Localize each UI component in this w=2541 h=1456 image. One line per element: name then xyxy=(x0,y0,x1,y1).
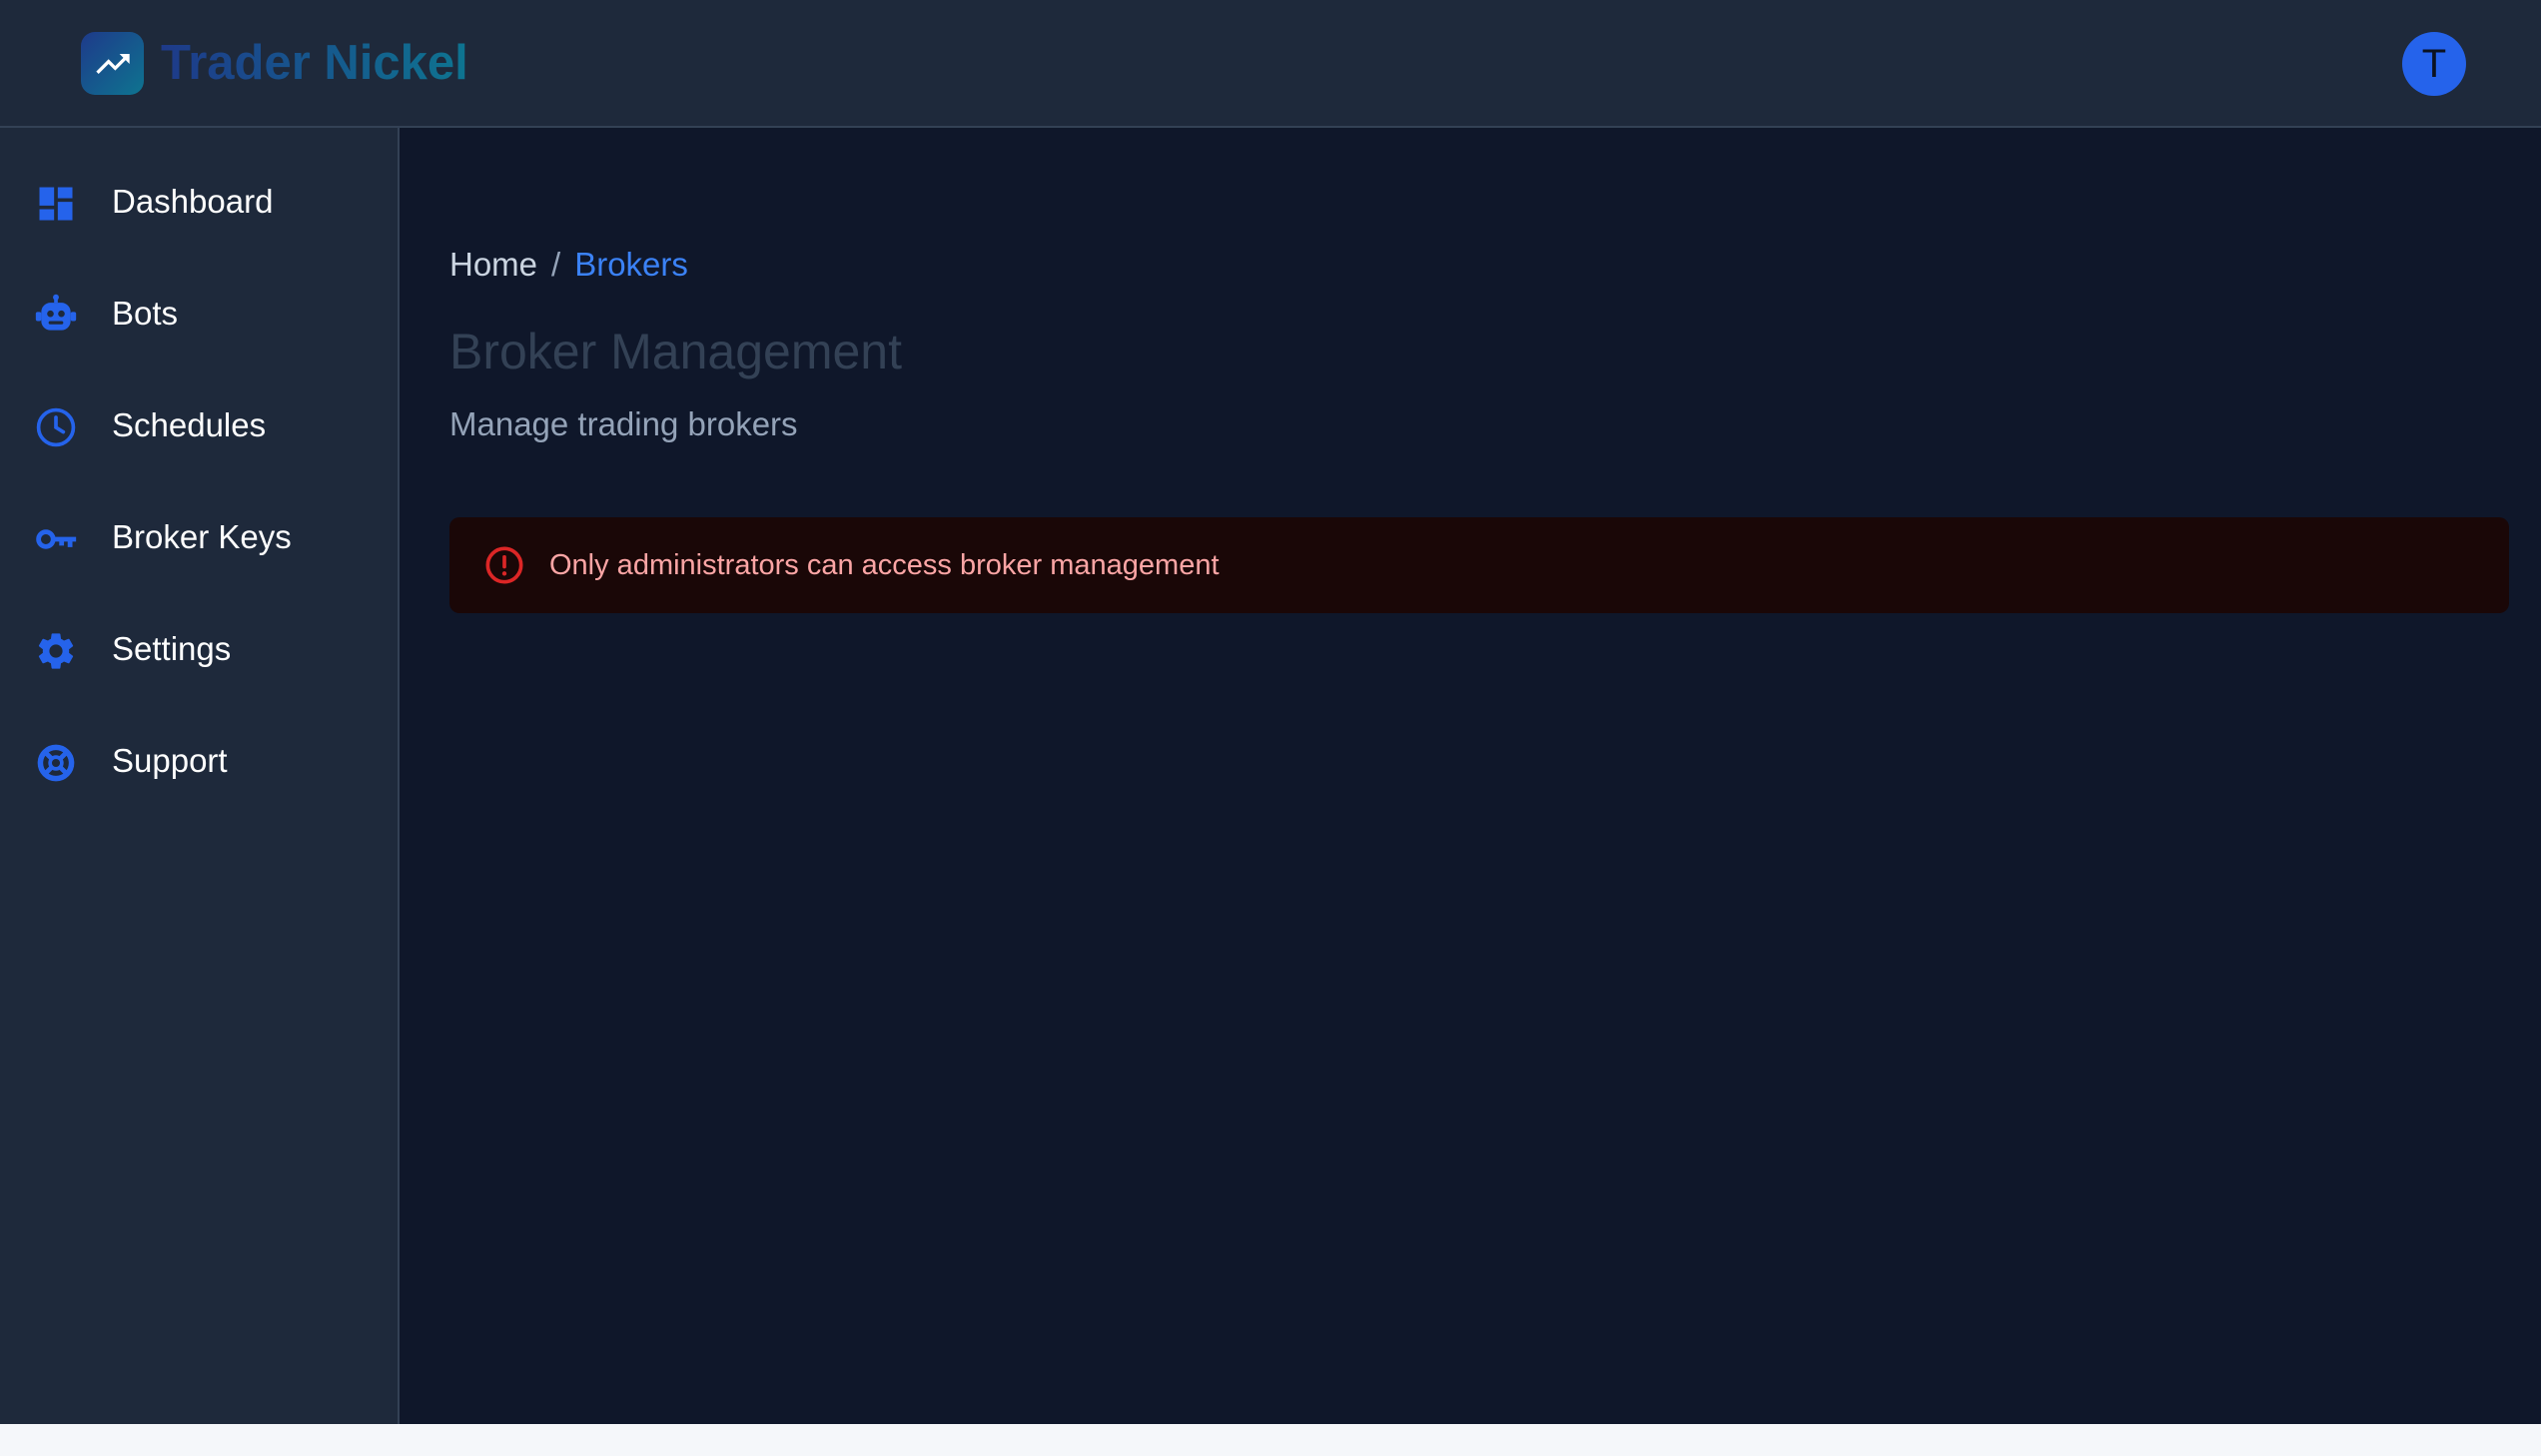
sidebar-item-label: Broker Keys xyxy=(112,518,292,555)
sidebar-item-label: Settings xyxy=(112,630,232,667)
sidebar-item-label: Support xyxy=(112,742,228,779)
alert-circle-icon xyxy=(485,546,523,584)
sidebar-item-label: Schedules xyxy=(112,406,267,443)
dashboard-icon xyxy=(39,187,73,221)
sidebar-item-settings[interactable]: Settings xyxy=(0,609,398,689)
robot-icon xyxy=(35,294,77,331)
sidebar-item-broker-keys[interactable]: Broker Keys xyxy=(0,497,398,577)
sidebar: Dashboard Bots Schedules Broker Keys Set… xyxy=(0,128,400,1424)
page-title: Broker Management xyxy=(449,324,903,379)
sidebar-item-label: Dashboard xyxy=(112,183,274,220)
breadcrumb-current[interactable]: Brokers xyxy=(574,246,688,283)
logo[interactable] xyxy=(81,32,144,95)
user-avatar[interactable]: T xyxy=(2402,32,2466,96)
breadcrumb: Home / Brokers xyxy=(449,243,688,287)
breadcrumb-home-link[interactable]: Home xyxy=(449,246,537,283)
page-subtitle: Manage trading brokers xyxy=(449,405,798,442)
error-alert: Only administrators can access broker ma… xyxy=(449,517,2509,613)
clock-icon xyxy=(36,407,76,447)
sidebar-item-support[interactable]: Support xyxy=(0,721,398,801)
top-header: Trader Nickel T xyxy=(0,0,2541,128)
alert-message: Only administrators can access broker ma… xyxy=(549,549,1220,581)
sidebar-item-label: Bots xyxy=(112,295,179,332)
gear-icon xyxy=(38,633,74,669)
trending-up-icon xyxy=(95,53,130,74)
sidebar-item-dashboard[interactable]: Dashboard xyxy=(0,162,398,242)
sidebar-item-schedules[interactable]: Schedules xyxy=(0,385,398,465)
app-root: Trader Nickel T Dashboard Bots Schedules… xyxy=(0,0,2541,1424)
breadcrumb-separator: / xyxy=(551,246,561,283)
sidebar-item-bots[interactable]: Bots xyxy=(0,274,398,354)
lifebuoy-icon xyxy=(37,744,75,782)
brand-name: Trader Nickel xyxy=(161,30,468,96)
key-icon xyxy=(36,529,77,549)
